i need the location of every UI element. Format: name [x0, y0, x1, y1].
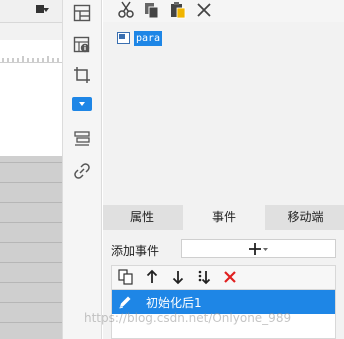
widget-node-icon — [117, 32, 130, 44]
edit-toolbar — [103, 0, 344, 22]
canvas-top-strip — [0, 0, 62, 23]
delete-icon[interactable] — [195, 1, 213, 19]
caret-down-icon[interactable] — [34, 3, 50, 17]
tree-node-para[interactable]: para — [134, 31, 163, 46]
crop-frame-icon[interactable] — [73, 66, 91, 84]
copy-icon[interactable] — [143, 1, 161, 19]
link-icon[interactable] — [73, 162, 91, 180]
event-item-label: 初始化后1 — [146, 296, 202, 310]
watermark: https://blog.csdn.net/Onlyone_989 — [84, 311, 292, 325]
event-toolbar — [111, 265, 336, 289]
stack-layout-icon[interactable] — [73, 130, 91, 148]
table-info-icon[interactable] — [73, 36, 91, 54]
paste-icon[interactable] — [169, 1, 187, 19]
grid-layout-icon[interactable] — [73, 4, 91, 22]
canvas-page[interactable] — [0, 63, 62, 156]
tab-mobile[interactable]: 移动端 — [267, 205, 344, 230]
panel-tabs: 属性 事件 移动端 — [103, 205, 344, 230]
move-down-icon[interactable] — [170, 269, 186, 285]
tab-events[interactable]: 事件 — [183, 205, 265, 230]
plus-icon — [249, 243, 268, 255]
widget-icon-strip — [62, 0, 102, 339]
pencil-edit-icon[interactable] — [117, 294, 133, 310]
add-event-button[interactable] — [181, 239, 336, 258]
horizontal-ruler — [0, 40, 62, 63]
copy-event-icon[interactable] — [118, 269, 134, 285]
tab-properties[interactable]: 属性 — [103, 205, 181, 230]
move-to-bottom-icon[interactable] — [196, 269, 212, 285]
dropdown-widget-icon[interactable] — [72, 97, 92, 111]
component-tree — [103, 22, 344, 205]
remove-icon[interactable] — [222, 269, 238, 285]
cut-icon[interactable] — [117, 1, 135, 19]
add-event-label: 添加事件 — [111, 244, 160, 258]
move-up-icon[interactable] — [144, 269, 160, 285]
canvas-grid-area[interactable] — [0, 156, 62, 339]
